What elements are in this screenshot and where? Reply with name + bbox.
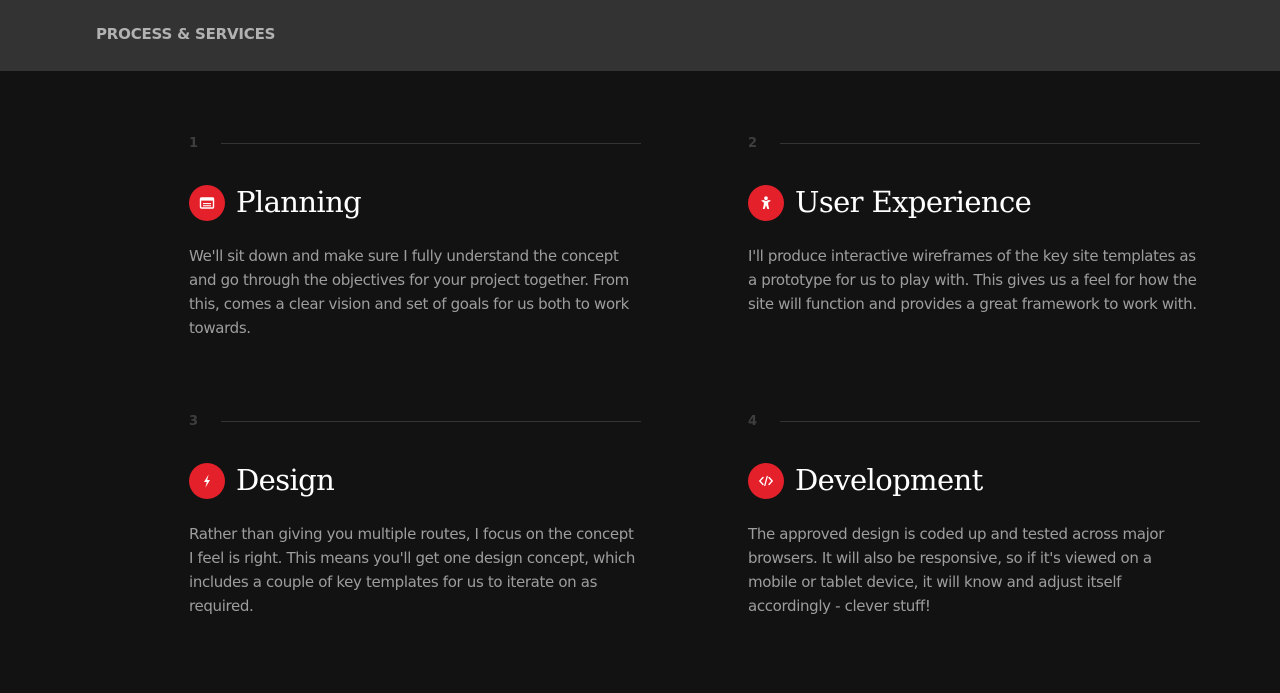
browser-window-icon [189,185,225,221]
user-person-icon [748,185,784,221]
step-title: Design [236,463,335,497]
step-description: Rather than giving you multiple routes, … [189,525,635,615]
divider-line [221,143,641,144]
step-description: I'll produce interactive wireframes of t… [748,247,1197,313]
code-brackets-icon [748,463,784,499]
lightning-bolt-icon [189,463,225,499]
step-title: User Experience [795,185,1032,219]
divider-line [780,421,1200,422]
step-number: 2 [748,136,758,151]
step-description: The approved design is coded up and test… [748,525,1165,615]
step-title: Planning [236,185,362,219]
step-number: 3 [189,414,199,429]
section-title: PROCESS & SERVICES [96,25,276,43]
step-description: We'll sit down and make sure I fully und… [189,247,629,337]
step-number: 1 [189,136,199,151]
top-header-bar: PROCESS & SERVICES [0,0,1280,71]
step-title: Development [795,463,983,497]
divider-line [221,421,641,422]
divider-line [780,143,1200,144]
step-number: 4 [748,414,758,429]
